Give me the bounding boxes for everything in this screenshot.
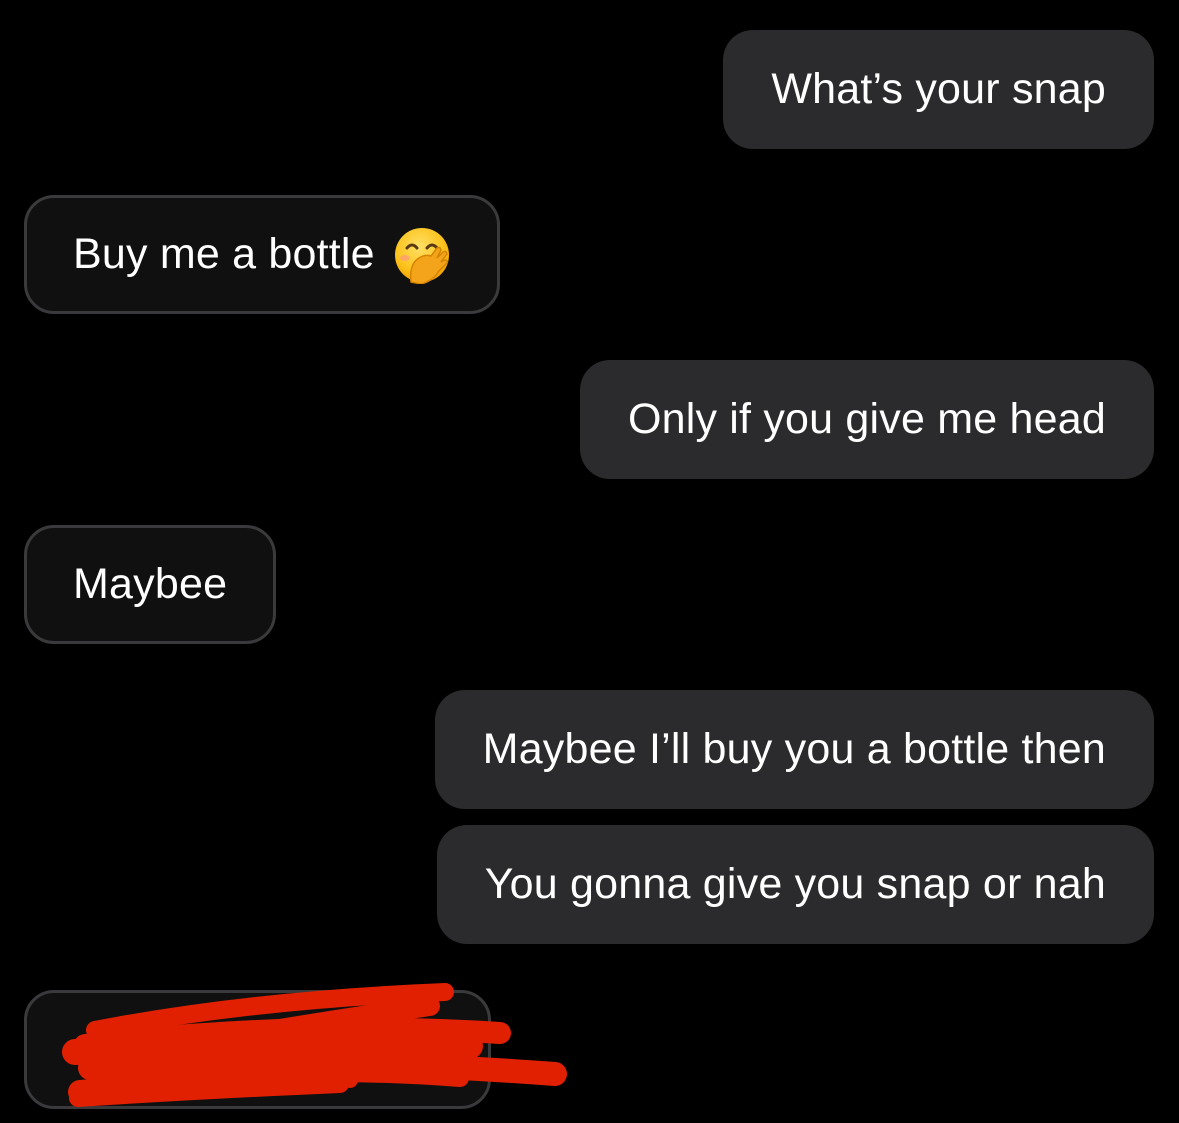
redaction-scribble [62, 983, 567, 1107]
message-thread: What’s your snap Buy me a bottle Only if… [0, 0, 1179, 1123]
